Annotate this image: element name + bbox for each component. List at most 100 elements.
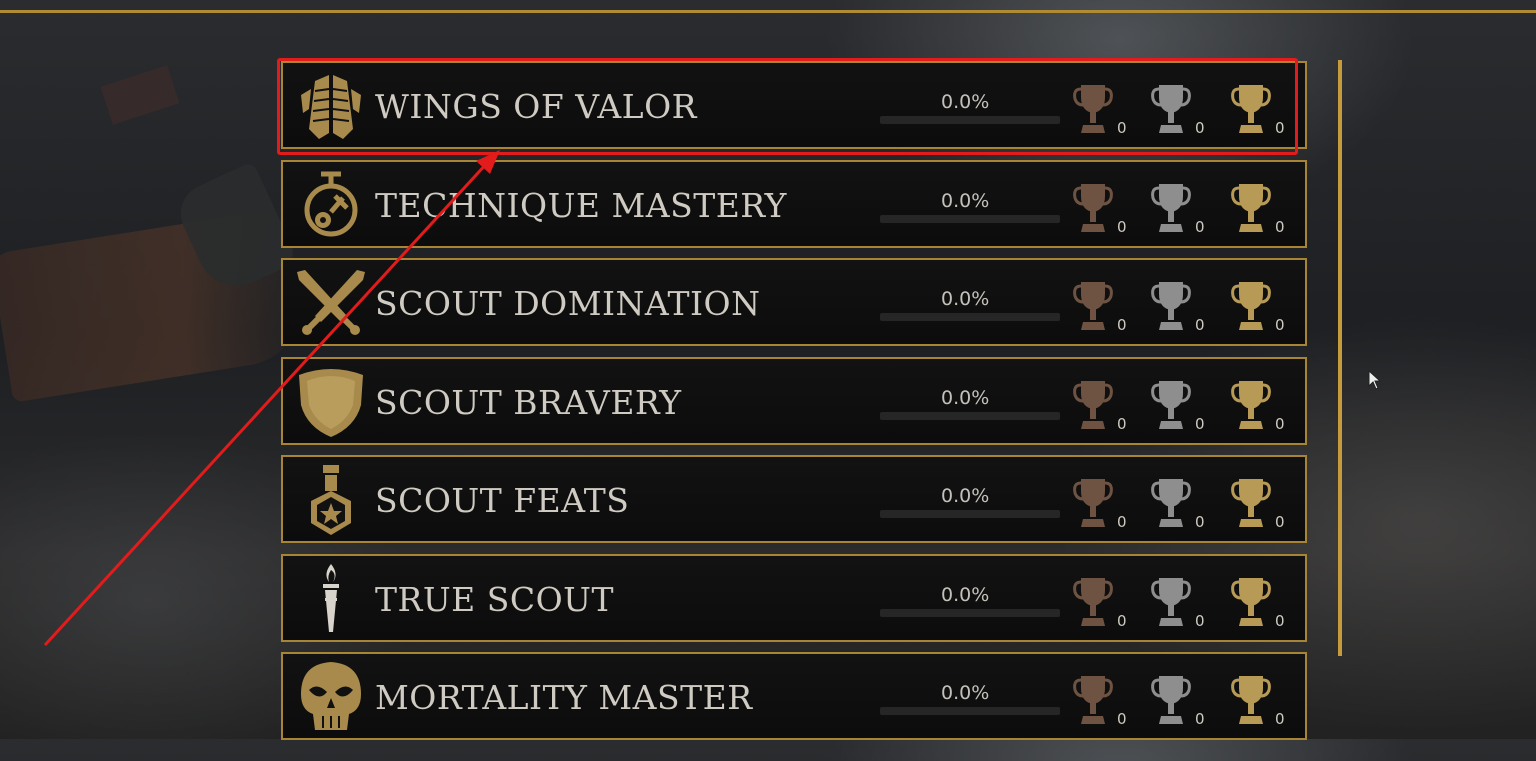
category-title: MORTALITY MASTER — [375, 678, 753, 717]
completion-percent: 0.0% — [941, 288, 990, 310]
silver-trophy-count: 0 — [1195, 119, 1205, 137]
silver-trophy-icon — [1151, 85, 1191, 139]
category-title: TECHNIQUE MASTERY — [375, 186, 787, 225]
gold-trophy-count: 0 — [1275, 316, 1285, 334]
bronze-trophy-icon — [1073, 479, 1113, 533]
silver-trophy-count: 0 — [1195, 415, 1205, 433]
bronze-trophy: 0 — [1073, 672, 1127, 730]
silver-trophy-icon — [1151, 381, 1191, 435]
silver-trophy: 0 — [1151, 574, 1205, 632]
crossed-swords-icon — [295, 266, 367, 340]
silver-trophy: 0 — [1151, 278, 1205, 336]
bronze-trophy-count: 0 — [1117, 612, 1127, 630]
category-row[interactable]: SCOUT FEATS 0.0% 0 0 0 — [281, 455, 1307, 543]
bronze-trophy-count: 0 — [1117, 513, 1127, 531]
gold-trophy-count: 0 — [1275, 119, 1285, 137]
gold-trophy-icon — [1231, 184, 1271, 238]
silver-trophy: 0 — [1151, 377, 1205, 435]
silver-trophy-count: 0 — [1195, 316, 1205, 334]
gold-trophy-icon — [1231, 479, 1271, 533]
bronze-trophy-icon — [1073, 184, 1113, 238]
wings-emblem-icon — [295, 69, 367, 143]
medal-icon — [295, 463, 367, 537]
shield-icon — [295, 365, 367, 439]
progress-bar — [880, 510, 1060, 518]
completion-percent: 0.0% — [941, 91, 990, 113]
bronze-trophy-icon — [1073, 381, 1113, 435]
bronze-trophy-count: 0 — [1117, 316, 1127, 334]
category-title: SCOUT FEATS — [375, 481, 630, 520]
silver-trophy-count: 0 — [1195, 710, 1205, 728]
category-row[interactable]: SCOUT DOMINATION 0.0% 0 0 0 — [281, 258, 1307, 346]
completion-percent: 0.0% — [941, 190, 990, 212]
gold-trophy-icon — [1231, 381, 1271, 435]
gold-trophy: 0 — [1231, 672, 1285, 730]
completion-percent: 0.0% — [941, 682, 990, 704]
stopwatch-gear-icon — [295, 168, 367, 242]
achievement-category-list: WINGS OF VALOR 0.0% 0 0 0 TECHNIQUE MASTERY 0.… — [281, 61, 1309, 761]
completion-percent: 0.0% — [941, 584, 990, 606]
bronze-trophy-icon — [1073, 282, 1113, 336]
silver-trophy-icon — [1151, 184, 1191, 238]
progress-bar — [880, 215, 1060, 223]
category-title: SCOUT BRAVERY — [375, 383, 682, 422]
background-debris — [100, 65, 180, 125]
gold-trophy-icon — [1231, 85, 1271, 139]
gold-trophy: 0 — [1231, 574, 1285, 632]
bronze-trophy: 0 — [1073, 180, 1127, 238]
top-divider — [0, 10, 1536, 13]
scrollbar[interactable] — [1338, 60, 1342, 656]
silver-trophy-icon — [1151, 282, 1191, 336]
silver-trophy-count: 0 — [1195, 612, 1205, 630]
bronze-trophy: 0 — [1073, 574, 1127, 632]
completion-percent: 0.0% — [941, 485, 990, 507]
gold-trophy: 0 — [1231, 180, 1285, 238]
category-row[interactable]: SCOUT BRAVERY 0.0% 0 0 0 — [281, 357, 1307, 445]
category-row[interactable]: TECHNIQUE MASTERY 0.0% 0 0 0 — [281, 160, 1307, 248]
bronze-trophy-count: 0 — [1117, 415, 1127, 433]
bronze-trophy-icon — [1073, 85, 1113, 139]
silver-trophy-icon — [1151, 578, 1191, 632]
silver-trophy-icon — [1151, 479, 1191, 533]
progress-bar — [880, 707, 1060, 715]
bronze-trophy: 0 — [1073, 377, 1127, 435]
gold-trophy: 0 — [1231, 278, 1285, 336]
silver-trophy-count: 0 — [1195, 218, 1205, 236]
gold-trophy-count: 0 — [1275, 710, 1285, 728]
category-row[interactable]: MORTALITY MASTER 0.0% 0 0 0 — [281, 652, 1307, 740]
category-row[interactable]: TRUE SCOUT 0.0% 0 0 0 — [281, 554, 1307, 642]
progress-bar — [880, 313, 1060, 321]
silver-trophy: 0 — [1151, 475, 1205, 533]
gold-trophy-icon — [1231, 676, 1271, 730]
bronze-trophy: 0 — [1073, 475, 1127, 533]
progress-bar — [880, 116, 1060, 124]
bronze-trophy-count: 0 — [1117, 710, 1127, 728]
gold-trophy: 0 — [1231, 81, 1285, 139]
gold-trophy: 0 — [1231, 475, 1285, 533]
skull-icon — [295, 660, 367, 734]
mouse-cursor-icon — [1368, 370, 1382, 390]
completion-percent: 0.0% — [941, 387, 990, 409]
bronze-trophy-icon — [1073, 578, 1113, 632]
gold-trophy-icon — [1231, 578, 1271, 632]
torch-icon — [295, 562, 367, 636]
progress-bar — [880, 412, 1060, 420]
gold-trophy-count: 0 — [1275, 513, 1285, 531]
gold-trophy-count: 0 — [1275, 612, 1285, 630]
bronze-trophy-count: 0 — [1117, 218, 1127, 236]
category-title: SCOUT DOMINATION — [375, 284, 761, 323]
gold-trophy: 0 — [1231, 377, 1285, 435]
silver-trophy-count: 0 — [1195, 513, 1205, 531]
category-title: WINGS OF VALOR — [375, 87, 697, 126]
silver-trophy: 0 — [1151, 81, 1205, 139]
gold-trophy-count: 0 — [1275, 415, 1285, 433]
progress-bar — [880, 609, 1060, 617]
bronze-trophy: 0 — [1073, 278, 1127, 336]
category-title: TRUE SCOUT — [375, 580, 614, 619]
silver-trophy: 0 — [1151, 180, 1205, 238]
bronze-trophy: 0 — [1073, 81, 1127, 139]
category-row[interactable]: WINGS OF VALOR 0.0% 0 0 0 — [281, 61, 1307, 149]
gold-trophy-icon — [1231, 282, 1271, 336]
bronze-trophy-count: 0 — [1117, 119, 1127, 137]
bronze-trophy-icon — [1073, 676, 1113, 730]
